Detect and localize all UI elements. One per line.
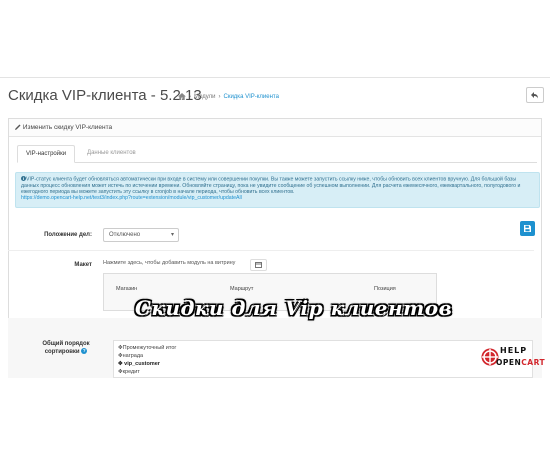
- page-title: Скидка VIP-клиента - 5.2.13: [8, 87, 202, 104]
- status-label: Положение дел:: [44, 232, 92, 238]
- sort-item[interactable]: ✥награда: [118, 353, 143, 359]
- save-icon: [524, 225, 531, 232]
- tab-customer-data[interactable]: Данные клиентов: [79, 145, 144, 163]
- panel-title: Изменить скидку VIP-клиента: [15, 124, 112, 131]
- caret-down-icon: ▾: [170, 232, 174, 238]
- back-icon: [531, 91, 538, 98]
- sort-item[interactable]: ✥кредит: [118, 369, 140, 375]
- row-divider: [8, 250, 534, 251]
- column-header-position: Позиция: [374, 286, 396, 292]
- pencil-icon: [15, 124, 21, 130]
- logo-text-opencart: OPENCART: [496, 358, 546, 367]
- help-opencart-logo: HELP OPENCART: [480, 345, 546, 371]
- tab-vip-settings[interactable]: VIP-настройки: [17, 145, 76, 163]
- status-select-value: Отключено: [109, 232, 141, 238]
- sort-order-label: Общий порядок сортировки ?: [40, 340, 92, 356]
- info-alert: VIP-статус клиента будет обновляться авт…: [15, 172, 540, 208]
- save-button[interactable]: [520, 221, 535, 236]
- move-icon: ✥: [118, 361, 123, 367]
- home-icon[interactable]: [178, 93, 186, 100]
- breadcrumb-separator: ›: [189, 93, 191, 100]
- sort-item[interactable]: ✥Промежуточный итог: [118, 345, 176, 351]
- update-all-link[interactable]: https://demo.opencart-help.net/test3/ind…: [21, 195, 242, 201]
- breadcrumb-separator: ›: [218, 93, 221, 100]
- breadcrumb: › Модули › Скидка VIP-клиента: [178, 93, 279, 100]
- status-select[interactable]: Отключено ▾: [103, 228, 179, 242]
- panel-title-text: Изменить скидку VIP-клиента: [22, 124, 113, 131]
- logo-text-help: HELP: [500, 346, 528, 355]
- sort-item-active[interactable]: ✥ vip_customer: [118, 361, 160, 367]
- layout-toggle-button[interactable]: [250, 259, 267, 271]
- back-button[interactable]: [526, 87, 544, 103]
- layout-icon: [255, 262, 262, 268]
- column-header-store: Магазин: [116, 286, 138, 292]
- promo-caption: Скидки для Vip клиентов: [135, 296, 453, 320]
- breadcrumb-item-current[interactable]: Скидка VIP-клиента: [224, 94, 279, 100]
- layout-label: Макет: [74, 262, 92, 268]
- breadcrumb-item-modules[interactable]: Модули: [194, 94, 216, 100]
- layout-hint[interactable]: Нажмите здесь, чтобы добавить модуль на …: [103, 260, 235, 266]
- column-header-route: Маршрут: [230, 286, 254, 292]
- alert-text: VIP-статус клиента будет обновляться авт…: [21, 176, 521, 196]
- panel-heading: Изменить скидку VIP-клиента: [9, 119, 541, 137]
- tab-bar: VIP-настройки Данные клиентов: [17, 145, 537, 163]
- help-icon[interactable]: ?: [81, 348, 88, 355]
- sort-order-list: ✥Промежуточный итог ✥награда ✥ vip_custo…: [113, 340, 533, 378]
